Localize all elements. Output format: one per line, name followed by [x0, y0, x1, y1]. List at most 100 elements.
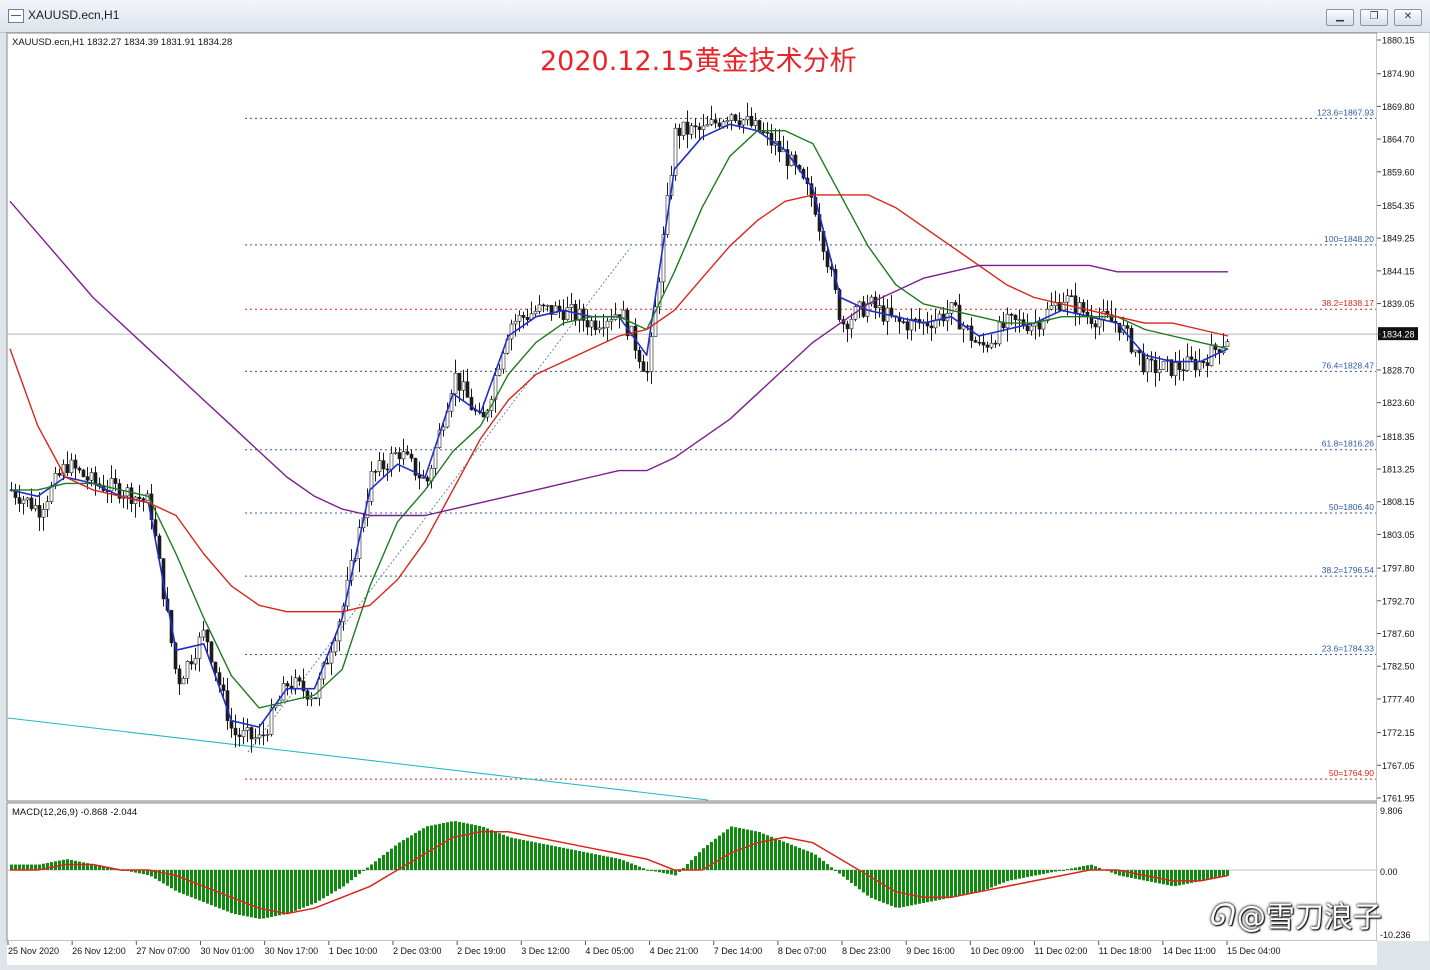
macd-bar	[538, 843, 541, 870]
candle-body	[741, 119, 746, 126]
macd-bar	[506, 836, 509, 870]
candle-body	[397, 452, 402, 460]
macd-bar	[486, 828, 489, 870]
macd-bar	[282, 870, 285, 915]
candle-body	[265, 733, 270, 736]
candle-body	[1073, 295, 1078, 314]
candle-body	[29, 497, 34, 510]
macd-bar	[602, 855, 605, 870]
candle-body	[905, 321, 910, 331]
macd-bar	[1162, 870, 1165, 885]
candle-body	[585, 320, 590, 328]
macd-bar	[618, 858, 621, 870]
price-axis-label: 1792.70	[1382, 596, 1415, 606]
macd-bar	[994, 870, 997, 886]
macd-bar	[226, 870, 229, 912]
macd-bar	[178, 870, 181, 893]
macd-bar	[162, 870, 165, 884]
macd-bar	[702, 848, 705, 870]
candle-body	[1197, 360, 1202, 371]
candle-body	[129, 487, 134, 504]
macd-bar	[750, 830, 753, 870]
macd-bar	[534, 842, 537, 870]
candle-body	[609, 319, 614, 322]
candle-body	[185, 661, 190, 679]
candle-body	[305, 690, 310, 700]
candle-body	[517, 315, 522, 322]
macd-bar	[234, 870, 237, 915]
macd-bar	[918, 870, 921, 904]
fib-label: 23.6=1784.33	[1322, 643, 1375, 653]
macd-bar	[166, 870, 169, 886]
macd-bar	[934, 870, 937, 901]
fib-label: 50=1806.40	[1329, 502, 1374, 512]
macd-bar	[838, 870, 841, 874]
candle-body	[377, 460, 382, 472]
macd-bar	[594, 854, 597, 870]
candle-body	[1205, 362, 1210, 367]
macd-bar	[970, 870, 973, 894]
macd-bar	[990, 870, 993, 888]
candle-body	[1149, 358, 1154, 361]
macd-bar	[174, 870, 177, 891]
time-axis-label: 30 Nov 17:00	[265, 946, 319, 956]
macd-bar	[1210, 870, 1213, 880]
macd-bar	[1198, 870, 1201, 882]
macd-bar	[342, 870, 345, 887]
candle-body	[541, 304, 546, 307]
macd-bar	[718, 835, 721, 870]
macd-bar	[1186, 870, 1189, 884]
candle-body	[1185, 356, 1190, 371]
macd-bar	[806, 850, 809, 870]
macd-bar	[734, 827, 737, 870]
macd-bar	[218, 870, 221, 909]
macd-bar	[798, 847, 801, 870]
macd-bar	[1078, 866, 1081, 870]
candle-body	[57, 472, 62, 476]
candle-body	[721, 121, 726, 127]
macd-bar	[686, 863, 689, 870]
candle-body	[481, 411, 486, 418]
macd-bar	[1154, 870, 1157, 883]
macd-bar	[494, 831, 497, 870]
watermark: ᘏ @雪刀浪子	[1208, 893, 1382, 937]
macd-bar	[790, 844, 793, 870]
candle-body	[1081, 302, 1086, 313]
macd-bar	[1090, 864, 1093, 870]
macd-bar	[322, 870, 325, 899]
macd-bar	[454, 821, 457, 870]
macd-bar	[390, 848, 393, 870]
macd-bar	[634, 865, 637, 870]
macd-bar	[22, 864, 25, 870]
macd-bar	[954, 870, 957, 897]
macd-bar	[446, 822, 449, 870]
price-axis-label: 1854.35	[1382, 201, 1415, 211]
macd-bar	[566, 848, 569, 870]
price-axis-label: 1787.60	[1382, 629, 1415, 639]
chart-area[interactable]: 123.6=1867.93 100=1848.20 38.2=1838.17 76.4…	[0, 0, 1430, 970]
macd-bar	[646, 869, 649, 871]
candle-body	[689, 125, 694, 135]
macd-bar	[462, 822, 465, 870]
candle-body	[293, 677, 298, 690]
candle-body	[1181, 369, 1186, 371]
macd-axis-label: -10.236	[1380, 930, 1411, 940]
fib-label: 50=1764.90	[1329, 768, 1374, 778]
candle-body	[1013, 314, 1018, 321]
macd-bar	[1014, 870, 1017, 880]
candle-body	[701, 125, 706, 130]
macd-bar	[910, 870, 913, 906]
macd-bar	[574, 850, 577, 870]
macd-bar	[654, 870, 657, 872]
macd-bar	[578, 851, 581, 870]
candle-body	[41, 509, 46, 518]
macd-bar	[290, 870, 293, 913]
candle-body	[645, 371, 650, 373]
macd-bar	[690, 860, 693, 870]
candle-body	[1009, 313, 1014, 316]
macd-bar	[286, 870, 289, 914]
macd-bar	[318, 870, 321, 901]
price-axis-label: 1839.05	[1382, 299, 1415, 309]
candle-body	[497, 368, 502, 376]
macd-bar	[354, 870, 357, 878]
